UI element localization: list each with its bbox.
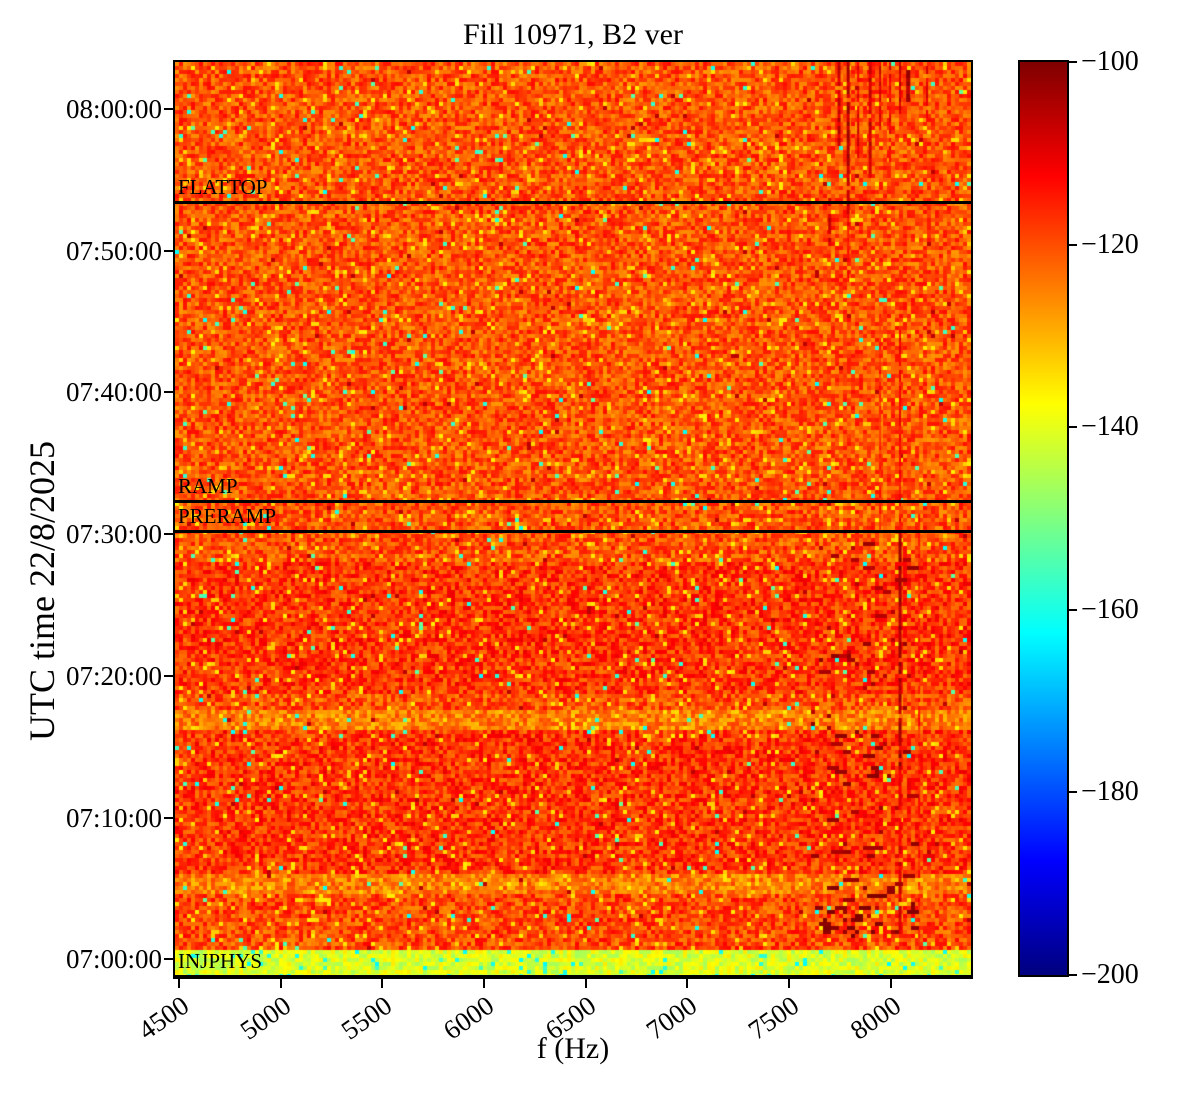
colorbar-tick-label: −200 bbox=[1081, 959, 1139, 990]
x-tick bbox=[788, 979, 791, 988]
beam-mode-label-preramp: PRERAMP bbox=[178, 504, 277, 529]
colorbar-tick-label: −160 bbox=[1081, 593, 1139, 625]
colorbar-tick-label: −120 bbox=[1081, 228, 1139, 260]
x-tick bbox=[686, 979, 689, 988]
beam-mode-label-ramp: RAMP bbox=[178, 474, 238, 499]
y-tick bbox=[164, 533, 173, 536]
chart-title: Fill 10971, B2 ver bbox=[462, 18, 683, 51]
y-tick bbox=[164, 674, 173, 677]
beam-mode-label-injphys: INJPHYS bbox=[178, 949, 263, 974]
colorbar-tick-label: −140 bbox=[1081, 411, 1139, 443]
x-tick bbox=[279, 979, 282, 988]
beam-mode-label-flattop: FLATTOP bbox=[178, 175, 268, 200]
y-tick bbox=[164, 958, 173, 961]
x-tick bbox=[178, 979, 181, 988]
colorbar-tick bbox=[1069, 608, 1077, 611]
beam-mode-line-flattop bbox=[175, 200, 971, 204]
colorbar-tick-label: −100 bbox=[1081, 46, 1139, 77]
spectrogram-canvas bbox=[175, 62, 971, 977]
colorbar bbox=[1018, 60, 1069, 977]
colorbar-tick bbox=[1069, 426, 1077, 429]
beam-mode-line-ramp bbox=[175, 499, 971, 503]
y-tick bbox=[164, 107, 173, 110]
spectrogram-figure: Fill 10971, B2 ver 4500 5000 5500 6000 6500 7… bbox=[0, 0, 1200, 1100]
y-tick-label: 07:00:00 bbox=[65, 944, 162, 975]
beam-mode-line-preramp bbox=[175, 529, 971, 533]
x-axis-label: f (Hz) bbox=[536, 1032, 610, 1065]
x-tick bbox=[889, 979, 892, 988]
colorbar-tick-label: −180 bbox=[1081, 776, 1139, 808]
y-tick bbox=[164, 816, 173, 819]
y-tick-label: 08:00:00 bbox=[65, 93, 162, 124]
y-tick-label: 07:50:00 bbox=[65, 235, 162, 266]
colorbar-tick bbox=[1069, 974, 1077, 976]
y-tick bbox=[164, 249, 173, 252]
colorbar-tick bbox=[1069, 61, 1077, 63]
y-tick bbox=[164, 391, 173, 394]
x-tick bbox=[381, 979, 384, 988]
beam-mode-line-injphys bbox=[175, 974, 971, 978]
x-tick bbox=[584, 979, 587, 988]
colorbar-tick bbox=[1069, 243, 1077, 246]
y-axis-label: UTC time 22/8/2025 bbox=[22, 441, 62, 741]
colorbar-tick bbox=[1069, 791, 1077, 794]
x-tick bbox=[483, 979, 486, 988]
